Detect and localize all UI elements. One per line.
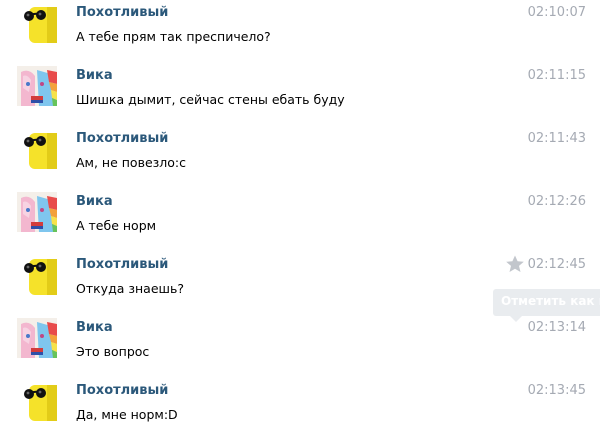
message-text: А тебе прям так преспичело? (76, 29, 271, 44)
message-row[interactable]: Похотливый Ам, не повезло:с 02:11:43 (0, 126, 600, 189)
user-avatar[interactable] (17, 255, 57, 295)
pony-avatar-icon (17, 318, 57, 358)
message-time: 02:13:14 (527, 320, 586, 335)
message-row[interactable]: Вика Это вопрос 02:13:14 (0, 315, 600, 378)
message-row[interactable]: Вика Шишка дымит, сейчас стены ебать буд… (0, 63, 600, 126)
user-avatar[interactable] (17, 66, 57, 106)
user-avatar[interactable] (17, 318, 57, 358)
message-time: 02:12:26 (527, 194, 586, 209)
star-icon[interactable] (505, 254, 525, 274)
mark-important-tooltip: Отметить как важное (493, 289, 600, 316)
tooltip-arrow (510, 316, 522, 322)
chat-history: Похотливый А тебе прям так преспичело? 0… (0, 0, 600, 447)
yellow-sunglasses-avatar-icon (17, 255, 57, 295)
message-text: Это вопрос (76, 344, 150, 359)
user-avatar[interactable] (17, 3, 57, 43)
message-author[interactable]: Похотливый (76, 5, 168, 20)
pony-avatar-icon (17, 66, 57, 106)
message-author[interactable]: Похотливый (76, 131, 168, 146)
message-time: 02:11:15 (527, 68, 586, 83)
yellow-sunglasses-avatar-icon (17, 381, 57, 421)
message-text: Откуда знаешь? (76, 281, 184, 296)
message-row[interactable]: Похотливый А тебе прям так преспичело? 0… (0, 0, 600, 63)
message-author[interactable]: Вика (76, 320, 113, 335)
message-text: Да, мне норм:D (76, 407, 178, 422)
message-time: 02:13:45 (527, 383, 586, 398)
user-avatar[interactable] (17, 381, 57, 421)
message-text: Шишка дымит, сейчас стены ебать буду (76, 92, 345, 107)
message-time: 02:10:07 (527, 5, 586, 20)
message-row[interactable]: Похотливый Да, мне норм:D 02:13:45 (0, 378, 600, 441)
yellow-sunglasses-avatar-icon (17, 129, 57, 169)
message-text: А тебе норм (76, 218, 157, 233)
user-avatar[interactable] (17, 192, 57, 232)
message-author[interactable]: Похотливый (76, 383, 168, 398)
message-time: 02:12:45 (527, 257, 586, 272)
yellow-sunglasses-avatar-icon (17, 3, 57, 43)
message-author[interactable]: Похотливый (76, 257, 168, 272)
message-time: 02:11:43 (527, 131, 586, 146)
pony-avatar-icon (17, 192, 57, 232)
message-author[interactable]: Вика (76, 194, 113, 209)
tooltip-label: Отметить как важное (501, 294, 600, 308)
user-avatar[interactable] (17, 129, 57, 169)
message-text: Ам, не повезло:с (76, 155, 187, 170)
message-author[interactable]: Вика (76, 68, 113, 83)
message-row[interactable]: Вика А тебе норм 02:12:26 (0, 189, 600, 252)
